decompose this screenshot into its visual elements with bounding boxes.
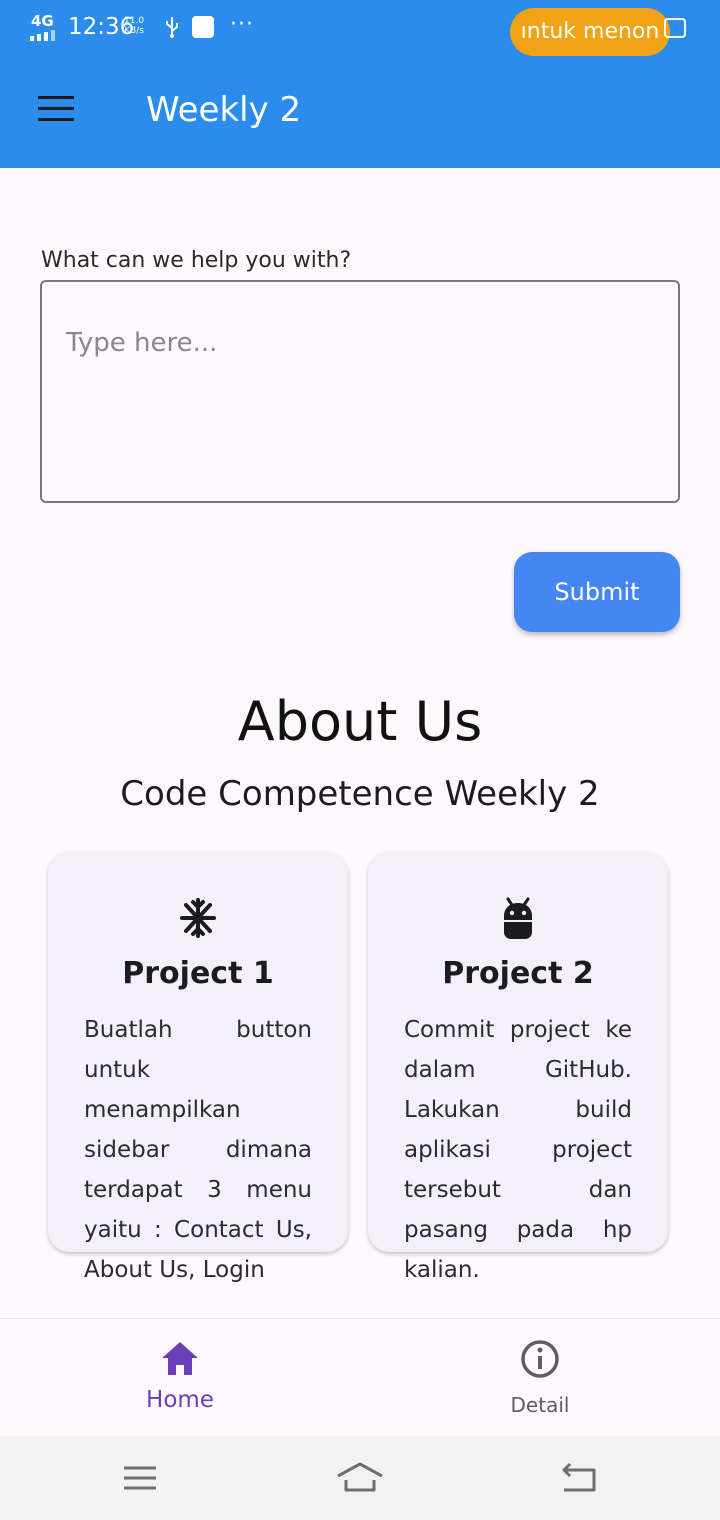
- status-bar: 4G 12:36 11.0 KB/s ··· ıntuk menon: [0, 0, 720, 56]
- system-navigation-bar: [0, 1436, 720, 1520]
- app-bar: Weekly 2: [0, 56, 720, 168]
- network-speed: 11.0 KB/s: [124, 16, 144, 36]
- toast-message: ıntuk menon: [510, 8, 670, 56]
- project-card-1: Project 1 Buatlah button untuk menampilk…: [48, 852, 348, 1283]
- recents-icon[interactable]: [116, 1456, 164, 1500]
- hamburger-icon: [38, 96, 74, 99]
- about-subtitle: Code Competence Weekly 2: [120, 774, 600, 814]
- home-icon[interactable]: [334, 1456, 386, 1500]
- menu-button[interactable]: [38, 96, 74, 124]
- info-icon: [521, 1340, 559, 1378]
- project-card-2: Project 2 Commit project ke dalam GitHub…: [368, 852, 668, 1283]
- more-notifications-icon: ···: [230, 12, 254, 37]
- bottom-navigation: Home Detail: [0, 1318, 720, 1436]
- app-notification-icon: [192, 16, 214, 38]
- page-title: Weekly 2: [146, 90, 302, 130]
- nav-label-detail: Detail: [510, 1393, 570, 1417]
- about-title: About Us: [237, 690, 483, 753]
- android-icon: [504, 897, 532, 939]
- network-type: 4G: [31, 12, 54, 30]
- network-speed-value: 11.0: [124, 16, 145, 26]
- home-icon: [162, 1342, 198, 1375]
- help-textarea[interactable]: [40, 280, 680, 503]
- hamburger-icon-bar: [38, 118, 74, 121]
- back-icon[interactable]: [556, 1456, 604, 1500]
- hamburger-icon-bar: [38, 107, 74, 110]
- card-title: Project 1: [122, 956, 274, 991]
- card-text: Commit project ke dalam GitHub. Lakukan …: [404, 1017, 632, 1283]
- usb-icon: [166, 17, 178, 38]
- card-title: Project 2: [442, 956, 594, 991]
- nav-label-home: Home: [146, 1387, 214, 1413]
- snowflake-icon: [180, 898, 216, 938]
- nav-item-detail[interactable]: Detail: [480, 1319, 600, 1437]
- network-speed-unit: KB/s: [124, 26, 144, 36]
- battery-icon: [664, 18, 686, 38]
- signal-icon: [30, 30, 55, 41]
- nav-item-home[interactable]: Home: [120, 1319, 240, 1437]
- card-text: Buatlah button untuk menampilkan sidebar…: [84, 1017, 312, 1283]
- help-field-label: What can we help you with?: [41, 248, 352, 273]
- submit-button[interactable]: Submit: [514, 552, 680, 632]
